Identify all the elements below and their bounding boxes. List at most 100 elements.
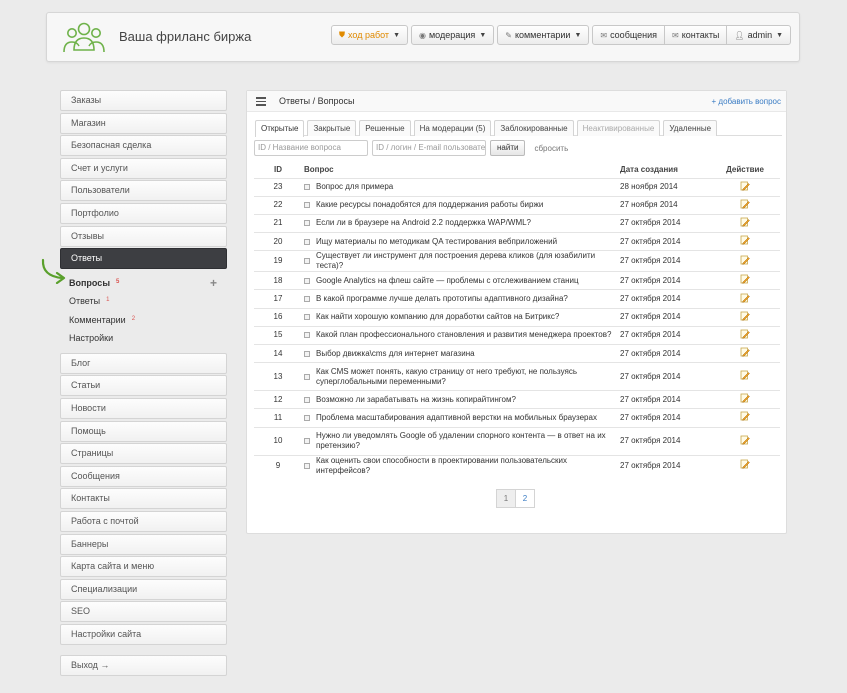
sidebar-item-orders[interactable]: Заказы: [60, 90, 227, 111]
edit-icon[interactable]: [740, 435, 750, 445]
row-checkbox[interactable]: [304, 332, 310, 339]
submenu-item-settings[interactable]: Настройки: [60, 329, 227, 348]
row-question-link[interactable]: В какой программе лучше делать прототипы…: [316, 294, 568, 304]
search-button[interactable]: найти: [490, 140, 526, 156]
column-header-question[interactable]: Вопрос: [302, 162, 618, 178]
row-question-link[interactable]: Google Analytics на флеш сайте — проблем…: [316, 276, 579, 286]
column-header-id[interactable]: ID: [254, 162, 302, 178]
tab-deleted[interactable]: Удаленные: [663, 120, 718, 136]
sidebar-item-messages[interactable]: Сообщения: [60, 465, 227, 487]
table-row: 12 Возможно ли зарабатывать на жизнь копи…: [254, 390, 780, 409]
moderation-menu-label: модерация: [428, 30, 476, 40]
row-action: [710, 426, 780, 456]
sidebar-item-site-settings[interactable]: Настройки сайта: [60, 623, 227, 645]
row-checkbox[interactable]: [304, 220, 310, 227]
contacts-button[interactable]: ✉ контакты: [664, 25, 728, 45]
row-checkbox[interactable]: [304, 414, 310, 421]
edit-icon[interactable]: [740, 293, 750, 303]
sidebar-item-pages[interactable]: Страницы: [60, 443, 227, 465]
logout-button[interactable]: Выход →: [60, 655, 227, 676]
submenu-item-answers[interactable]: Ответы 1: [60, 292, 227, 311]
row-question-link[interactable]: Если ли в браузере на Android 2.2 поддер…: [316, 218, 531, 228]
edit-icon[interactable]: [740, 347, 750, 357]
row-question-link[interactable]: Нужно ли уведомлять Google об удалении с…: [316, 431, 616, 451]
sidebar-item-contacts[interactable]: Контакты: [60, 488, 227, 510]
sidebar-item-answers[interactable]: Ответы: [60, 248, 227, 270]
submenu-item-questions[interactable]: Вопросы 5 +: [60, 274, 227, 293]
sidebar-item-mail[interactable]: Работа с почтой: [60, 510, 227, 532]
sidebar-item-news[interactable]: Новости: [60, 397, 227, 419]
page-2[interactable]: 2: [515, 489, 535, 508]
row-question-link[interactable]: Как найти хорошую компанию для доработки…: [316, 312, 559, 322]
user-search-input[interactable]: ID / логин / E-mail пользователя: [372, 140, 486, 156]
sidebar-item-banners[interactable]: Баннеры: [60, 533, 227, 555]
column-header-date[interactable]: Дата создания: [618, 162, 710, 178]
edit-icon[interactable]: [740, 274, 750, 285]
row-checkbox[interactable]: [304, 238, 310, 245]
row-checkbox[interactable]: [304, 277, 310, 284]
row-checkbox[interactable]: [304, 296, 310, 303]
sidebar-item-blog[interactable]: Блог: [60, 352, 227, 374]
edit-icon[interactable]: [740, 199, 750, 209]
row-question-link[interactable]: Ищу материалы по методикам QA тестирован…: [316, 237, 557, 247]
row-checkbox[interactable]: [304, 438, 310, 445]
row-question-link[interactable]: Как оценить свои способности в проектиро…: [316, 456, 616, 476]
edit-icon[interactable]: [740, 411, 750, 422]
sidebar-item-help[interactable]: Помощь: [60, 420, 227, 442]
edit-icon[interactable]: [740, 329, 750, 339]
row-question-link[interactable]: Существует ли инструмент для построения …: [316, 251, 616, 271]
plus-icon[interactable]: +: [210, 274, 217, 293]
sidebar-item-articles[interactable]: Статьи: [60, 375, 227, 397]
edit-icon[interactable]: [740, 217, 750, 227]
sidebar-item-portfolio[interactable]: Портфолио: [60, 202, 227, 224]
submenu-item-comments[interactable]: Комментарии 2: [60, 311, 227, 330]
row-checkbox[interactable]: [304, 396, 310, 403]
row-checkbox[interactable]: [304, 314, 310, 321]
page-1[interactable]: 1: [496, 489, 516, 508]
sidebar-item-users[interactable]: Пользователи: [60, 180, 227, 202]
tab-closed[interactable]: Закрытые: [307, 120, 357, 136]
tab-blocked[interactable]: Заблокированные: [494, 120, 574, 136]
sidebar-item-shop[interactable]: Магазин: [60, 112, 227, 134]
sidebar-item-safe-deal[interactable]: Безопасная сделка: [60, 135, 227, 157]
row-checkbox[interactable]: [304, 373, 310, 380]
moderation-menu-button[interactable]: ◉ модерация ▼: [411, 25, 495, 45]
sidebar-item-specializations[interactable]: Специализации: [60, 578, 227, 600]
comments-menu-button[interactable]: ✎ комментарии ▼: [497, 25, 590, 45]
tab-inactive[interactable]: Неактивированные: [576, 120, 661, 136]
row-question-link[interactable]: Как CMS может понять, какую страницу от …: [316, 367, 616, 387]
row-question-link[interactable]: Какие ресурсы понадобятся для поддержани…: [316, 200, 543, 210]
edit-icon[interactable]: [740, 255, 750, 265]
row-question-link[interactable]: Какой план профессионального становления…: [316, 330, 611, 340]
edit-icon[interactable]: [740, 459, 750, 469]
tab-open[interactable]: Открытые: [255, 120, 305, 137]
edit-icon[interactable]: [740, 235, 750, 245]
row-checkbox[interactable]: [304, 350, 310, 357]
row-question-link[interactable]: Выбор движка\cms для интернет магазина: [316, 349, 475, 359]
add-question-link[interactable]: + добавить вопрос: [712, 97, 781, 106]
question-search-input[interactable]: ID / Название вопроса: [254, 140, 368, 156]
edit-icon[interactable]: [740, 393, 750, 404]
row-checkbox[interactable]: [304, 184, 310, 191]
menu-icon[interactable]: [256, 97, 266, 106]
row-checkbox[interactable]: [304, 258, 310, 265]
reset-filter-link[interactable]: сбросить: [534, 144, 568, 153]
tab-solved[interactable]: Решенные: [359, 120, 411, 136]
sidebar-item-billing[interactable]: Счет и услуги: [60, 157, 227, 179]
edit-icon[interactable]: [740, 181, 750, 191]
row-checkbox[interactable]: [304, 462, 310, 469]
sidebar-item-seo[interactable]: SEO: [60, 601, 227, 623]
sidebar-item-reviews[interactable]: Отзывы: [60, 225, 227, 247]
row-question-link[interactable]: Вопрос для примера: [316, 182, 393, 192]
admin-user-menu[interactable]: 👤︎ admin ▼: [726, 25, 792, 45]
row-question-link[interactable]: Возможно ли зарабатывать на жизнь копира…: [316, 395, 516, 405]
row-checkbox[interactable]: [304, 202, 310, 209]
progress-menu-button[interactable]: ⛊ ход работ ▼: [331, 25, 408, 45]
row-id: 14: [254, 343, 302, 363]
edit-icon[interactable]: [740, 311, 750, 321]
edit-icon[interactable]: [740, 370, 750, 380]
messages-button[interactable]: ✉ сообщения: [592, 25, 666, 45]
sidebar-item-sitemap[interactable]: Карта сайта и меню: [60, 556, 227, 578]
tab-moderation[interactable]: На модерации (5): [413, 120, 492, 136]
row-question-link[interactable]: Проблема масштабирования адаптивной верс…: [316, 413, 597, 423]
